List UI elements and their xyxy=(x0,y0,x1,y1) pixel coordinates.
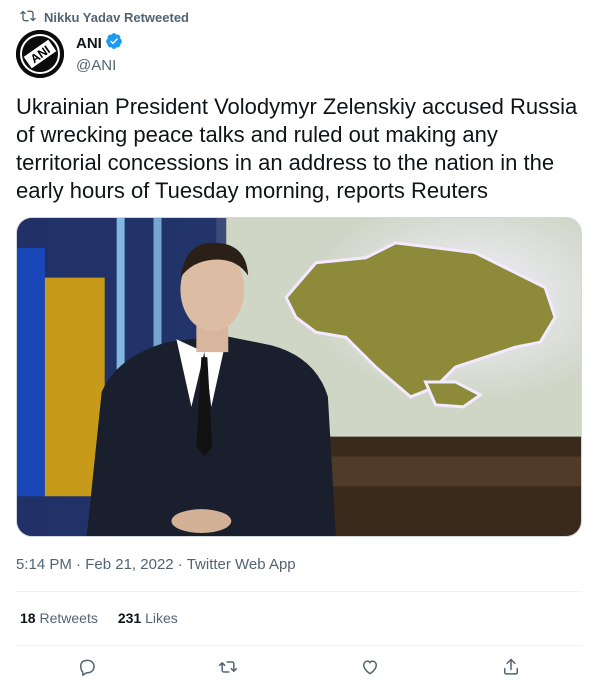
retweet-header: Nikku Yadav Retweeted xyxy=(16,8,189,26)
retweets-count: 18 xyxy=(20,610,36,626)
tweet-stats: 18 Retweets 231 Likes xyxy=(20,610,178,626)
tweet-date[interactable]: Feb 21, 2022 xyxy=(85,556,173,573)
retweet-icon xyxy=(20,8,36,27)
tweet-image[interactable] xyxy=(16,217,582,537)
author-block: ANI @ANI xyxy=(76,32,123,74)
reply-button[interactable] xyxy=(76,656,98,678)
retweet-icon xyxy=(219,661,238,673)
tweet-text: Ukrainian President Volodymyr Zelenskiy … xyxy=(16,94,578,203)
retweet-button[interactable] xyxy=(217,656,239,678)
likes-count: 231 xyxy=(117,610,142,626)
tweet-actions xyxy=(16,652,582,682)
meta-separator: · xyxy=(71,556,86,573)
author-name[interactable]: ANI xyxy=(76,35,102,52)
heart-icon xyxy=(362,660,377,675)
retweets-label: Retweets xyxy=(39,610,98,626)
tweet-source: Twitter Web App xyxy=(186,556,296,573)
avatar[interactable]: ANI xyxy=(16,30,64,78)
tweet-time[interactable]: 5:14 PM xyxy=(16,556,72,573)
author-handle[interactable]: @ANI xyxy=(76,57,123,74)
verified-badge-icon xyxy=(105,32,123,54)
divider xyxy=(16,591,582,592)
like-button[interactable] xyxy=(359,656,381,678)
tweet-meta: 5:14 PM · Feb 21, 2022 · Twitter Web App xyxy=(16,556,296,573)
meta-separator: · xyxy=(173,556,187,573)
retweets-stat[interactable]: 18 Retweets xyxy=(20,610,98,626)
share-button[interactable] xyxy=(500,656,522,678)
likes-label: Likes xyxy=(145,610,178,626)
likes-stat[interactable]: 231 Likes xyxy=(118,610,178,626)
share-icon xyxy=(504,658,519,675)
divider xyxy=(16,645,582,646)
reply-icon xyxy=(79,659,95,676)
retweeter-name[interactable]: Nikku Yadav Retweeted xyxy=(44,10,189,25)
